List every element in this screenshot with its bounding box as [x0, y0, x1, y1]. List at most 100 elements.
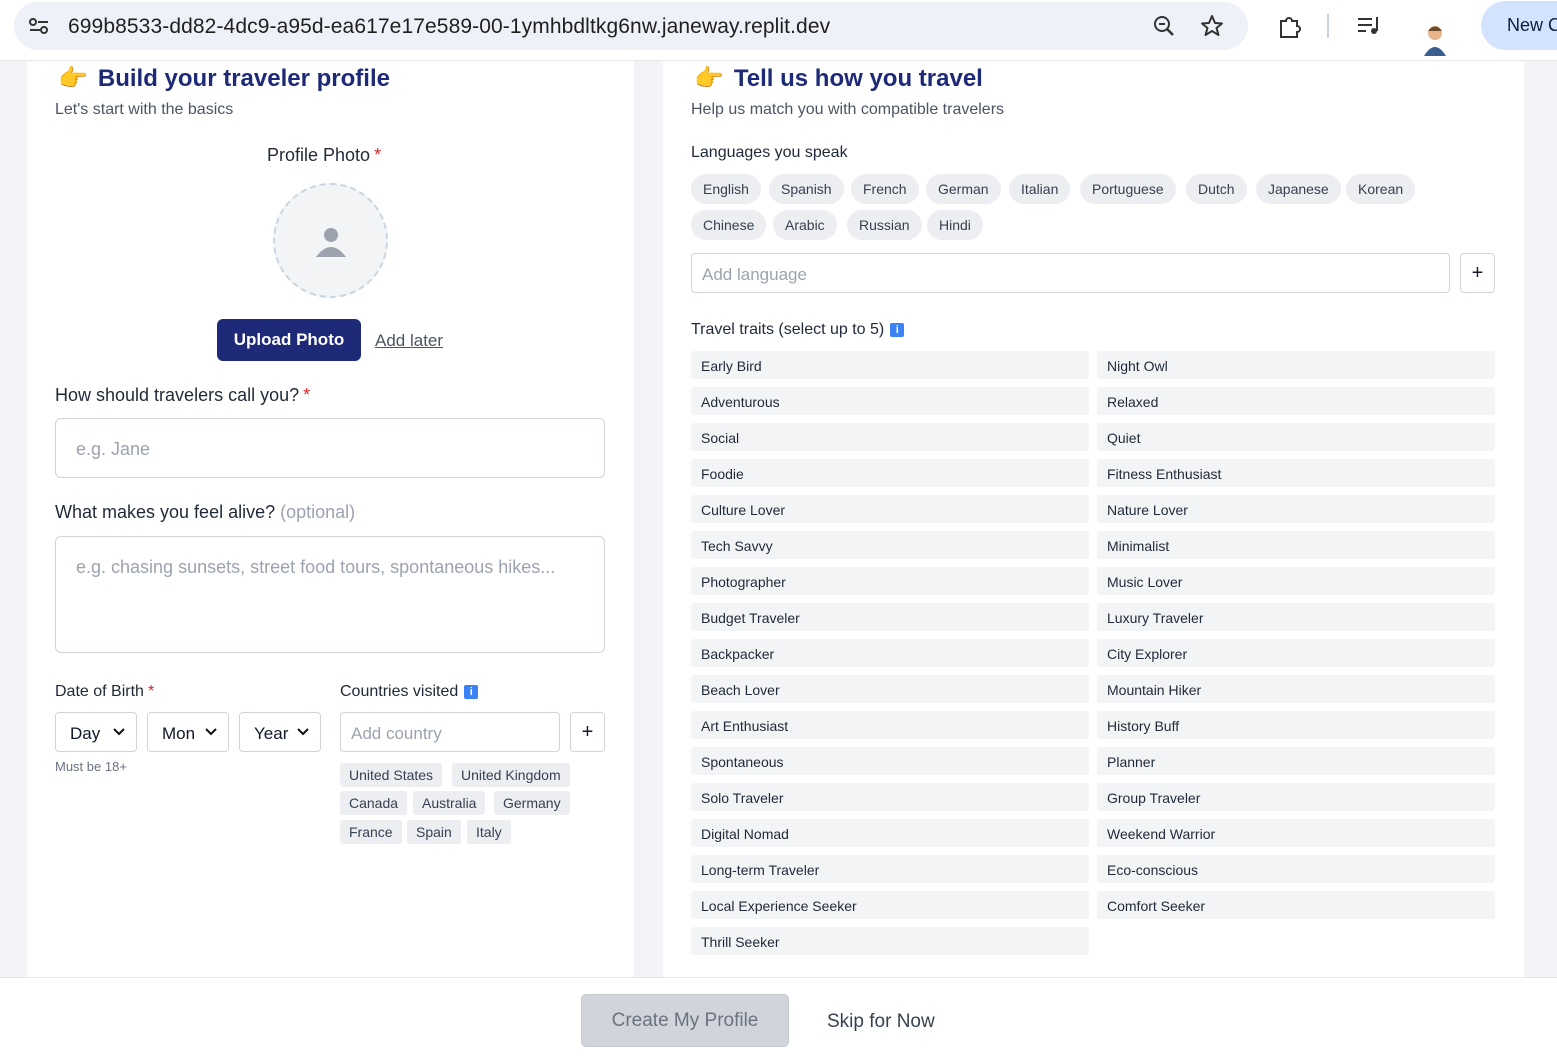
browser-toolbar: 699b8533-dd82-4dc9-a95d-ea617e17e589-00-… — [0, 0, 1557, 61]
action-bar: Create My Profile Skip for Now — [0, 977, 1557, 1057]
new-chat-button[interactable]: New C — [1481, 1, 1557, 50]
add-later-link[interactable]: Add later — [375, 331, 443, 351]
travel-style-card: 👉 Tell us how you travel Help us match yo… — [663, 61, 1524, 977]
language-chip[interactable]: Portuguese — [1080, 174, 1176, 204]
dob-hint: Must be 18+ — [55, 759, 127, 774]
info-icon[interactable]: i — [890, 322, 905, 337]
profile-photo-label: Profile Photo * — [267, 145, 382, 165]
trait-option[interactable]: City Explorer — [1097, 639, 1495, 667]
photo-placeholder[interactable] — [273, 183, 388, 298]
country-tag[interactable]: Spain — [407, 820, 461, 844]
trait-option[interactable]: Fitness Enthusiast — [1097, 459, 1495, 487]
country-tag[interactable]: France — [340, 820, 402, 844]
language-chip[interactable]: German — [926, 174, 1001, 204]
language-chip[interactable]: Chinese — [691, 210, 767, 240]
name-input[interactable]: e.g. Jane — [55, 418, 605, 478]
language-chip[interactable]: Arabic — [773, 210, 837, 240]
countries-label: Countries visited i — [340, 683, 479, 701]
media-queue-icon[interactable] — [1356, 13, 1382, 39]
country-tag[interactable]: United States — [340, 763, 443, 787]
trait-option[interactable]: History Buff — [1097, 711, 1495, 739]
trait-option[interactable]: Eco-conscious — [1097, 855, 1495, 883]
section-title: 👉 Build your traveler profile — [58, 65, 390, 92]
trait-option[interactable]: Backpacker — [691, 639, 1089, 667]
trait-option[interactable]: Mountain Hiker — [1097, 675, 1495, 703]
extensions-icon[interactable] — [1277, 13, 1303, 39]
chevron-down-icon — [205, 728, 217, 736]
trait-option[interactable]: Early Bird — [691, 351, 1089, 379]
language-chip[interactable]: Italian — [1009, 174, 1071, 204]
trait-option[interactable]: Photographer — [691, 567, 1089, 595]
trait-option[interactable]: Planner — [1097, 747, 1495, 775]
trait-option[interactable]: Luxury Traveler — [1097, 603, 1495, 631]
upload-photo-button[interactable]: Upload Photo — [217, 319, 361, 361]
trait-option[interactable]: Local Experience Seeker — [691, 891, 1089, 919]
trait-option[interactable]: Long-term Traveler — [691, 855, 1089, 883]
toolbar-divider — [1327, 14, 1329, 38]
trait-option[interactable]: Nature Lover — [1097, 495, 1495, 523]
trait-option[interactable]: Budget Traveler — [691, 603, 1089, 631]
language-chip[interactable]: Korean — [1346, 174, 1416, 204]
trait-option[interactable]: Adventurous — [691, 387, 1089, 415]
pointing-hand-icon: 👉 — [58, 65, 88, 92]
add-country-button[interactable]: + — [570, 712, 605, 752]
month-select[interactable]: Mon — [147, 712, 229, 752]
language-chip[interactable]: English — [691, 174, 761, 204]
trait-option[interactable]: Spontaneous — [691, 747, 1089, 775]
traveler-profile-card: 👉 Build your traveler profile Let's start… — [27, 61, 634, 977]
trait-option[interactable]: Tech Savvy — [691, 531, 1089, 559]
pointing-hand-icon: 👉 — [694, 65, 724, 92]
alive-textarea[interactable]: e.g. chasing sunsets, street food tours,… — [55, 536, 605, 653]
trait-option[interactable]: Relaxed — [1097, 387, 1495, 415]
dob-label: Date of Birth * — [55, 683, 155, 700]
section-subtitle: Let's start with the basics — [55, 101, 234, 118]
bookmark-star-icon[interactable] — [1200, 14, 1224, 38]
country-tag[interactable]: Australia — [413, 791, 486, 815]
trait-option[interactable]: Thrill Seeker — [691, 927, 1089, 955]
language-chip[interactable]: Japanese — [1256, 174, 1341, 204]
create-profile-button[interactable]: Create My Profile — [581, 994, 789, 1047]
profile-avatar-icon[interactable] — [1420, 22, 1450, 56]
url-text[interactable]: 699b8533-dd82-4dc9-a95d-ea617e17e589-00-… — [68, 15, 830, 39]
trait-option[interactable]: Group Traveler — [1097, 783, 1495, 811]
site-settings-icon[interactable] — [28, 16, 50, 36]
skip-button[interactable]: Skip for Now — [827, 1011, 935, 1033]
country-tag[interactable]: Canada — [340, 791, 408, 815]
language-chip[interactable]: French — [851, 174, 919, 204]
trait-option[interactable]: Minimalist — [1097, 531, 1495, 559]
trait-option[interactable]: Night Owl — [1097, 351, 1495, 379]
year-select[interactable]: Year — [239, 712, 321, 752]
language-chip[interactable]: Dutch — [1186, 174, 1247, 204]
trait-option[interactable]: Comfort Seeker — [1097, 891, 1495, 919]
trait-option[interactable]: Digital Nomad — [691, 819, 1089, 847]
info-icon[interactable]: i — [464, 684, 479, 699]
user-silhouette-icon — [316, 228, 346, 257]
section-title: 👉 Tell us how you travel — [694, 65, 983, 92]
trait-option[interactable]: Art Enthusiast — [691, 711, 1089, 739]
day-select[interactable]: Day — [55, 712, 137, 752]
trait-option[interactable]: Beach Lover — [691, 675, 1089, 703]
address-bar[interactable]: 699b8533-dd82-4dc9-a95d-ea617e17e589-00-… — [14, 2, 1248, 50]
section-subtitle: Help us match you with compatible travel… — [691, 101, 1005, 118]
add-language-button[interactable]: + — [1460, 253, 1495, 293]
language-input[interactable]: Add language — [691, 253, 1450, 293]
languages-label: Languages you speak — [691, 144, 848, 161]
trait-option[interactable]: Culture Lover — [691, 495, 1089, 523]
language-chip[interactable]: Spanish — [769, 174, 844, 204]
trait-option[interactable]: Weekend Warrior — [1097, 819, 1495, 847]
zoom-icon[interactable] — [1152, 14, 1176, 38]
country-tag[interactable]: United Kingdom — [452, 763, 570, 787]
country-tag[interactable]: Germany — [494, 791, 570, 815]
trait-option[interactable]: Quiet — [1097, 423, 1495, 451]
trait-option[interactable]: Solo Traveler — [691, 783, 1089, 811]
trait-option[interactable]: Music Lover — [1097, 567, 1495, 595]
language-chip[interactable]: Hindi — [927, 210, 983, 240]
language-chip[interactable]: Russian — [847, 210, 922, 240]
trait-option[interactable]: Foodie — [691, 459, 1089, 487]
country-input[interactable]: Add country — [340, 712, 560, 752]
trait-option[interactable]: Social — [691, 423, 1089, 451]
alive-label: What makes you feel alive? (optional) — [55, 502, 356, 522]
name-label: How should travelers call you? * — [55, 385, 311, 405]
country-tag[interactable]: Italy — [467, 820, 511, 844]
chevron-down-icon — [297, 728, 309, 736]
